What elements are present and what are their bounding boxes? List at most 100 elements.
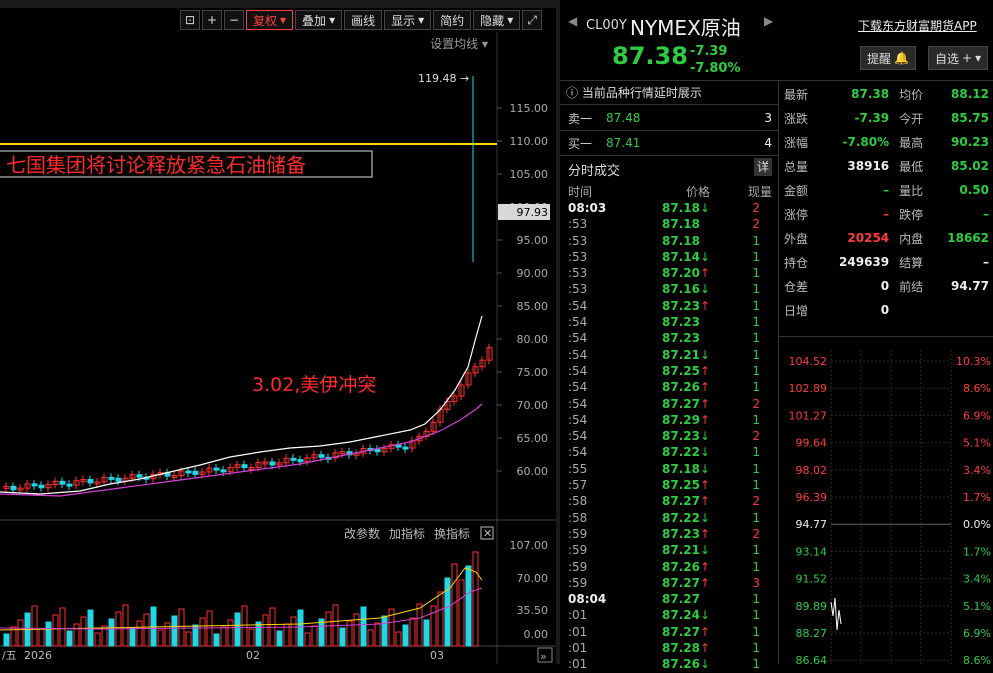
price-tick-label: 105.00: [510, 168, 549, 181]
candle: [192, 470, 199, 475]
add-indicator-button[interactable]: 加指标: [389, 526, 425, 541]
jianyue-button[interactable]: 简约: [433, 10, 472, 30]
tick-row: :53 87.16 ↓ 1: [568, 282, 760, 297]
intraday-chart[interactable]: 104.52 10.3% 102.89 8.6% 101.27 6.9% 99.64 5.1%…: [779, 340, 993, 664]
ma-line-magenta: [0, 403, 483, 497]
volume-bar: [66, 630, 73, 647]
candle: [402, 446, 409, 450]
volume-bar: [297, 609, 304, 647]
tick-row: :54 87.26 ↑ 1: [568, 380, 760, 395]
watchlist-button[interactable]: 自选 + ▾: [928, 46, 989, 70]
intraday-price-label: 88.27: [796, 627, 828, 640]
stats-row: 仓差 0 前结 94.77: [784, 279, 989, 294]
zoom-in-icon[interactable]: +: [202, 10, 222, 30]
arrow-down-icon: ↓: [700, 282, 711, 297]
price-change: -7.39: [690, 44, 728, 59]
diejia-dropdown[interactable]: 叠加 ▾: [295, 10, 343, 30]
tick-row: 08:04 87.27 1: [568, 592, 760, 607]
event-note: 3.02,美伊冲突: [252, 374, 376, 396]
volume-tick-label: 70.00: [517, 572, 549, 585]
volume-bar: [262, 614, 269, 647]
volume-bar: [3, 633, 10, 647]
candle: [241, 464, 248, 469]
x-label: 2026: [24, 649, 52, 662]
price-change-pct: -7.80%: [690, 61, 741, 76]
xianshi-dropdown[interactable]: 显示 ▾: [384, 10, 432, 30]
candle: [38, 484, 45, 489]
stats-row: 最新 87.38 均价 88.12: [784, 87, 989, 102]
yincang-dropdown[interactable]: 隐藏 ▾: [473, 10, 521, 30]
volume-bar: [157, 629, 164, 647]
volume-bar: [38, 628, 45, 647]
volume-bar: [206, 610, 213, 647]
intraday-price-label: 104.52: [789, 355, 828, 368]
download-app-link[interactable]: 下载东方财富期货APP: [858, 17, 977, 34]
peak-label: 119.48: [418, 72, 457, 85]
fullscreen-icon[interactable]: ⤢: [522, 10, 543, 30]
zoom-out-icon[interactable]: −: [224, 10, 244, 30]
candle: [269, 461, 276, 466]
arrow-up-icon: ↑: [700, 396, 711, 411]
stats-table: 最新 87.38 均价 88.12 涨跌 -7.39 今开 85.75 涨幅 -7.80% 最高 90…: [784, 82, 989, 322]
volume-bar: [472, 551, 479, 647]
last-price: 87.38: [612, 42, 688, 70]
arrow-down-icon: ↓: [700, 201, 711, 215]
volume-bar: [458, 579, 465, 647]
intraday-pct-label: 1.7%: [963, 491, 991, 504]
ma-line-white: [0, 315, 483, 495]
volume-bar: [318, 618, 325, 647]
stats-row: 总量 38916 最低 85.02: [784, 159, 989, 174]
prev-contract-icon[interactable]: ◀: [568, 14, 577, 28]
fuquan-dropdown[interactable]: 复权 ▾: [246, 10, 294, 30]
volume-bar: [395, 631, 402, 647]
volume-bar: [423, 619, 430, 647]
tick-row: :53 87.14 ↓ 1: [568, 249, 760, 264]
plus-icon: +: [962, 51, 973, 65]
tick-row: :58 87.27 ↑ 2: [568, 494, 760, 509]
intraday-price-label: 94.77: [796, 518, 828, 531]
settings-ma-link[interactable]: 设置均线 ▾: [430, 37, 488, 51]
volume-bar: [311, 625, 318, 647]
candle: [115, 477, 122, 482]
price-tick-label: 90.00: [517, 267, 549, 280]
volume-bar: [353, 613, 360, 647]
candle: [66, 483, 73, 487]
quote-panel: ◀ CL00Y NYMEX原油 ▶ 下载东方财富期货APP 87.38 -7.3…: [560, 0, 993, 671]
layout-icon[interactable]: ⊡: [180, 10, 200, 30]
volume-bar: [465, 565, 472, 647]
tick-row: :53 87.18 1: [568, 233, 760, 248]
tick-row: :53 87.20 ↑ 1: [568, 266, 760, 281]
kline-chart[interactable]: 设置均线 ▾ 七国集团将讨论释放紧急石油储备 3.02,美伊冲突 119.48 …: [0, 32, 556, 664]
volume-bar: [402, 624, 409, 647]
volume-bar: [185, 631, 192, 647]
ticks-list[interactable]: 08:03 87.18 ↓ 2:53 87.18 2:53 87.18 1:53 87.14 ↓ 1…: [568, 200, 772, 673]
tick-row: :55 87.18 ↓ 1: [568, 461, 760, 476]
arrow-down-icon: ↓: [700, 657, 711, 672]
volume-bar: [17, 619, 24, 647]
volume-bar: [108, 618, 115, 647]
tick-row: :57 87.25 ↑ 1: [568, 478, 760, 493]
huaxian-button[interactable]: 画线: [344, 10, 383, 30]
volume-bar: [94, 632, 101, 647]
candle: [10, 485, 17, 491]
arrow-up-icon: ↑: [700, 575, 711, 590]
ticks-detail-button[interactable]: 详: [754, 158, 772, 176]
intraday-price-label: 86.64: [796, 654, 828, 664]
next-contract-icon[interactable]: ▶: [764, 14, 773, 28]
intraday-pct-label: 8.6%: [963, 382, 991, 395]
headline-text: 七国集团将讨论释放紧急石油储备: [6, 153, 306, 177]
tick-row: :01 87.26 ↓ 1: [568, 657, 760, 672]
switch-indicator-button[interactable]: 换指标: [434, 526, 470, 541]
volume-bar: [129, 627, 136, 647]
remind-button[interactable]: 提醒 🔔: [860, 46, 916, 70]
volume-bar: [416, 603, 423, 647]
arrow-down-icon: ↓: [700, 249, 711, 264]
volume-bar: [73, 623, 80, 647]
candle: [136, 474, 143, 478]
candle: [297, 459, 304, 463]
volume-bar: [80, 616, 87, 647]
intraday-pct-label: 1.7%: [963, 545, 991, 558]
volume-bar: [213, 633, 220, 647]
change-params-button[interactable]: 改参数: [344, 526, 380, 541]
candle: [59, 480, 66, 485]
